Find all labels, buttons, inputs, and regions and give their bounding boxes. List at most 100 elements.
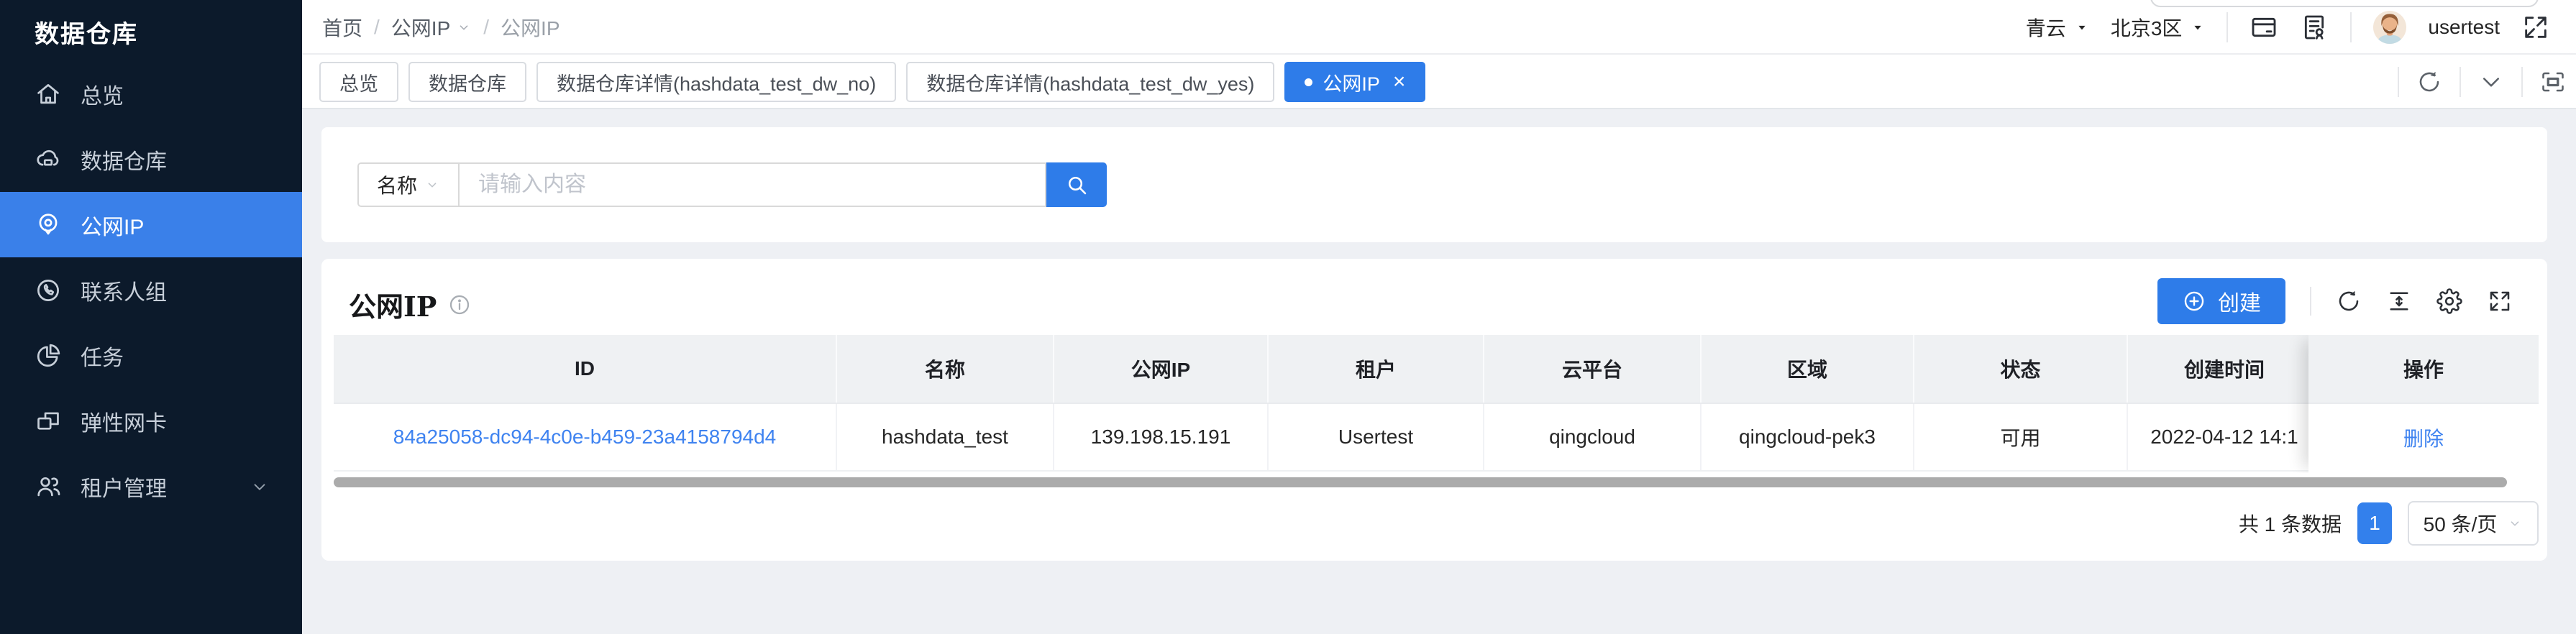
tab-bar: 总览 数据仓库 数据仓库详情(hashdata_test_dw_no) 数据仓库… bbox=[302, 55, 2576, 109]
sidebar-item-label: 任务 bbox=[81, 346, 124, 370]
divider bbox=[2459, 67, 2461, 97]
scrollbar-thumb[interactable] bbox=[334, 477, 2507, 487]
table: ID 名称 公网IP 租户 云平台 区域 状态 创建时间 84a25058-dc… bbox=[334, 335, 2539, 473]
divider bbox=[2226, 12, 2229, 42]
sidebar-item-tenant-management[interactable]: 租户管理 bbox=[0, 454, 302, 519]
column-header-id: ID bbox=[334, 335, 837, 403]
app-title: 数据仓库 bbox=[35, 21, 138, 48]
pie-chart-icon bbox=[37, 344, 60, 367]
sidebar-item-warehouse[interactable]: 数据仓库 bbox=[0, 127, 302, 192]
expand-arrows-icon[interactable] bbox=[2521, 13, 2550, 42]
document-audit-icon[interactable] bbox=[2300, 13, 2329, 42]
sidebar-item-public-ip[interactable]: 公网IP bbox=[0, 192, 302, 257]
breadcrumb-home[interactable]: 首页 bbox=[322, 13, 362, 42]
tab-warehouse[interactable]: 数据仓库 bbox=[408, 62, 526, 102]
tab-actions bbox=[2398, 62, 2566, 102]
tab-overview[interactable]: 总览 bbox=[319, 62, 398, 102]
sticky-actions-column: 操作 删除 bbox=[2308, 335, 2539, 473]
cell-name: hashdata_test bbox=[837, 404, 1054, 470]
sidebar-item-label: 总览 bbox=[81, 84, 124, 109]
settings-gear-icon[interactable] bbox=[2436, 288, 2462, 314]
nic-card-icon bbox=[37, 412, 59, 430]
info-icon[interactable] bbox=[448, 293, 471, 316]
breadcrumb-public-ip-dropdown[interactable]: 公网IP bbox=[391, 13, 472, 42]
page-size-select[interactable]: 50 条/页 bbox=[2408, 501, 2539, 546]
panel-title-row: 公网IP bbox=[349, 285, 471, 324]
column-header-tenant: 租户 bbox=[1269, 335, 1484, 403]
column-header-public-ip: 公网IP bbox=[1054, 335, 1269, 403]
sidebar-item-contact-groups[interactable]: 联系人组 bbox=[0, 257, 302, 323]
sidebar: 数据仓库 总览 数据仓库 公网IP 联系人组 任务 弹性网卡 租户管理 bbox=[0, 0, 302, 634]
public-ip-panel: 公网IP 创建 ID 名称 公网IP 租户 云平台 区域 状态 创建时间 84a… bbox=[321, 259, 2547, 561]
cell-zone: qingcloud-pek3 bbox=[1702, 404, 1914, 470]
location-pin-icon bbox=[39, 213, 58, 234]
search-box: 名称 bbox=[357, 162, 1107, 207]
cell-tenant: Usertest bbox=[1269, 404, 1484, 470]
tenants-people-icon bbox=[37, 477, 60, 496]
content-area: 名称 公网IP 创建 ID bbox=[302, 109, 2576, 634]
breadcrumb-current: 公网IP bbox=[501, 17, 560, 40]
row-id-link[interactable]: 84a25058-dc94-4c0e-b459-23a4158794d4 bbox=[393, 426, 776, 449]
table-header-row: ID 名称 公网IP 租户 云平台 区域 状态 创建时间 bbox=[334, 335, 2322, 404]
panel-title: 公网IP bbox=[349, 290, 437, 323]
cell-status: 可用 bbox=[1914, 404, 2128, 470]
refresh-icon[interactable] bbox=[2336, 288, 2362, 314]
chevron-down-icon bbox=[2511, 521, 2519, 526]
refresh-icon[interactable] bbox=[2416, 69, 2442, 95]
tab-warehouse-detail-no[interactable]: 数据仓库详情(hashdata_test_dw_no) bbox=[536, 62, 897, 102]
column-header-status: 状态 bbox=[1914, 335, 2128, 403]
active-dot bbox=[1305, 78, 1313, 86]
home-icon bbox=[37, 83, 59, 104]
chevron-down-icon bbox=[460, 25, 468, 30]
topbar: 首页 / 公网IP / 公网IP 青云 北京3区 usertest bbox=[302, 0, 2576, 55]
breadcrumb-separator: / bbox=[483, 16, 490, 38]
sidebar-item-tasks[interactable]: 任务 bbox=[0, 323, 302, 388]
page-number-button[interactable]: 1 bbox=[2357, 502, 2392, 544]
pagination: 共 1 条数据 1 50 条/页 bbox=[2239, 500, 2539, 546]
org-selector[interactable]: 青云 bbox=[2026, 13, 2089, 42]
search-icon bbox=[1068, 176, 1087, 195]
search-button[interactable] bbox=[1046, 162, 1107, 207]
username[interactable]: usertest bbox=[2428, 16, 2500, 39]
horizontal-scrollbar bbox=[334, 476, 2539, 489]
warehouse-cloud-icon bbox=[37, 150, 59, 165]
column-header-zone: 区域 bbox=[1702, 335, 1914, 403]
delete-link[interactable]: 删除 bbox=[2403, 423, 2444, 452]
sidebar-item-overview[interactable]: 总览 bbox=[0, 61, 302, 127]
tab-public-ip-active[interactable]: 公网IP × bbox=[1284, 62, 1426, 102]
tab-warehouse-detail-yes[interactable]: 数据仓库详情(hashdata_test_dw_yes) bbox=[906, 62, 1275, 102]
table-row: 84a25058-dc94-4c0e-b459-23a4158794d4 has… bbox=[334, 404, 2322, 472]
close-tab-icon[interactable]: × bbox=[1393, 71, 1406, 93]
chevron-down-icon[interactable] bbox=[2478, 69, 2504, 95]
fit-screen-icon[interactable] bbox=[2540, 69, 2566, 95]
total-count-label: 共 1 条数据 bbox=[2238, 513, 2342, 536]
cell-public-ip: 139.198.15.191 bbox=[1054, 404, 1269, 470]
popup-remnant bbox=[2150, 0, 2539, 7]
sidebar-item-elastic-nic[interactable]: 弹性网卡 bbox=[0, 388, 302, 454]
region-selector[interactable]: 北京3区 bbox=[2111, 13, 2206, 42]
column-header-created: 创建时间 bbox=[2128, 335, 2322, 403]
sidebar-item-label: 租户管理 bbox=[81, 477, 167, 501]
search-input[interactable] bbox=[460, 162, 1046, 207]
breadcrumb: 首页 / 公网IP / 公网IP bbox=[322, 0, 560, 55]
column-header-name: 名称 bbox=[837, 335, 1054, 403]
divider bbox=[2398, 67, 2399, 97]
fullscreen-expand-icon[interactable] bbox=[2487, 288, 2513, 314]
row-height-icon[interactable] bbox=[2386, 288, 2412, 314]
cell-id: 84a25058-dc94-4c0e-b459-23a4158794d4 bbox=[334, 404, 837, 470]
sidebar-item-label: 公网IP bbox=[81, 215, 145, 239]
panel-actions: 创建 bbox=[2157, 277, 2513, 325]
divider bbox=[2310, 287, 2311, 316]
create-button[interactable]: 创建 bbox=[2157, 278, 2285, 324]
user-avatar[interactable] bbox=[2373, 11, 2407, 44]
caret-down-icon bbox=[2078, 25, 2086, 30]
plus-circle-icon bbox=[2184, 291, 2204, 311]
sidebar-item-label: 弹性网卡 bbox=[81, 411, 167, 436]
search-panel: 名称 bbox=[321, 127, 2547, 242]
chevron-down-icon bbox=[254, 483, 265, 490]
search-field-select[interactable]: 名称 bbox=[357, 162, 460, 207]
sidebar-item-label: 数据仓库 bbox=[81, 150, 167, 174]
billing-card-icon[interactable] bbox=[2250, 13, 2278, 42]
breadcrumb-separator: / bbox=[374, 16, 380, 38]
tabs: 总览 数据仓库 数据仓库详情(hashdata_test_dw_no) 数据仓库… bbox=[319, 62, 1426, 102]
